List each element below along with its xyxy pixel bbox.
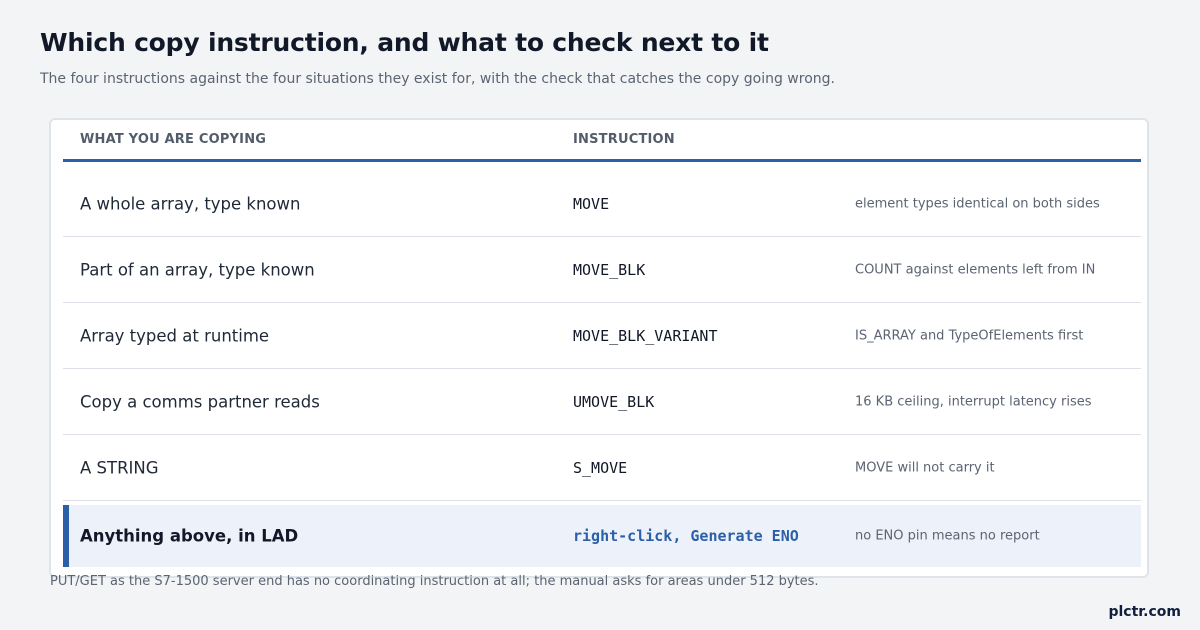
check-cell: 16 KB ceiling, interrupt latency rises xyxy=(855,394,1092,409)
page-subtitle: The four instructions against the four s… xyxy=(40,71,835,87)
footnote: PUT/GET as the S7-1500 server end has no… xyxy=(50,574,819,589)
table-row: A whole array, type known MOVE element t… xyxy=(63,171,1141,237)
instruction-table-card: WHAT YOU ARE COPYING INSTRUCTION A whole… xyxy=(49,118,1149,578)
check-cell: no ENO pin means no report xyxy=(855,528,1040,544)
check-cell: COUNT against elements left from IN xyxy=(855,262,1096,277)
check-cell: IS_ARRAY and TypeOfElements first xyxy=(855,328,1084,343)
situation-cell: A STRING xyxy=(80,458,159,477)
check-cell: MOVE will not carry it xyxy=(855,460,995,475)
situation-cell: Part of an array, type known xyxy=(80,260,315,279)
table-header: WHAT YOU ARE COPYING INSTRUCTION xyxy=(63,120,1141,162)
instruction-cell: right-click, Generate ENO xyxy=(573,527,799,545)
instruction-table: WHAT YOU ARE COPYING INSTRUCTION A whole… xyxy=(63,120,1141,567)
table-row: Part of an array, type known MOVE_BLK CO… xyxy=(63,237,1141,303)
situation-cell: Array typed at runtime xyxy=(80,326,270,345)
column-header-situation: WHAT YOU ARE COPYING xyxy=(80,132,267,147)
situation-cell: A whole array, type known xyxy=(80,194,301,213)
situation-cell: Copy a comms partner reads xyxy=(80,392,320,411)
table-row: Copy a comms partner reads UMOVE_BLK 16 … xyxy=(63,369,1141,435)
check-cell: element types identical on both sides xyxy=(855,196,1100,211)
instruction-cell: UMOVE_BLK xyxy=(573,392,655,411)
row-accent-bar xyxy=(63,505,69,567)
situation-cell: Anything above, in LAD xyxy=(80,526,299,546)
brand-logo[interactable]: plctr.com xyxy=(1108,604,1181,620)
table-row-highlighted: Anything above, in LAD right-click, Gene… xyxy=(63,505,1141,567)
table-row: A STRING S_MOVE MOVE will not carry it xyxy=(63,435,1141,501)
table-row: Array typed at runtime MOVE_BLK_VARIANT … xyxy=(63,303,1141,369)
page-title: Which copy instruction, and what to chec… xyxy=(40,28,769,57)
instruction-cell: MOVE xyxy=(573,194,610,213)
instruction-cell: MOVE_BLK_VARIANT xyxy=(573,326,718,345)
instruction-cell: MOVE_BLK xyxy=(573,260,646,279)
column-header-instruction: INSTRUCTION xyxy=(573,132,675,147)
instruction-cell: S_MOVE xyxy=(573,458,628,477)
